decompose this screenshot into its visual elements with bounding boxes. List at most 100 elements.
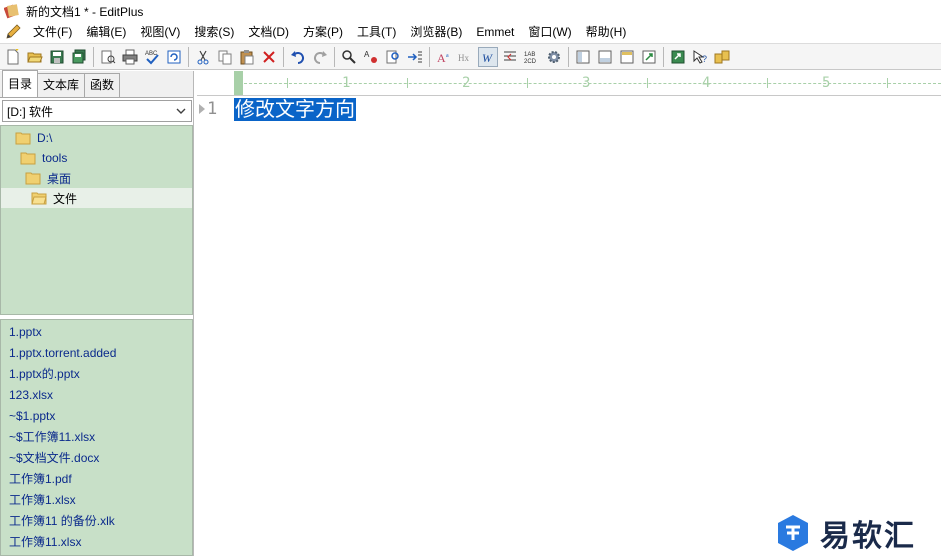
menu-search[interactable]: 搜索(S) [187,22,241,42]
file-item[interactable]: ~$1.pptx [1,406,192,427]
ruler-number: 1 [342,75,351,91]
tree-item-drive[interactable]: D:\ [15,128,52,148]
ruler-tick [287,78,288,88]
run-icon[interactable] [668,47,688,67]
delete-icon[interactable] [259,47,279,67]
line-number: 1 [207,99,218,119]
folder-icon [25,171,41,185]
svg-text:Hx: Hx [458,53,469,63]
toolbar-separator [283,46,284,67]
ruler-tick [527,78,528,88]
menu-emmet[interactable]: Emmet [469,22,521,42]
sidebar-icon[interactable] [573,47,593,67]
svg-text:2CD: 2CD [524,59,537,65]
ruler-tick [767,78,768,88]
file-item[interactable]: ~$工作簿11.xlsx [1,427,192,448]
menu-document[interactable]: 文档(D) [241,22,296,42]
chevron-down-icon[interactable] [175,105,187,117]
tab-cliptext[interactable]: 文本库 [37,73,86,97]
file-item[interactable]: 工作簿11.xlsx [1,532,192,553]
window-title: 新的文档1 * - EditPlus [26,4,144,19]
editor-area[interactable]: 1 2 3 4 5 1 修改文字方向 [197,71,941,556]
menu-browser[interactable]: 浏览器(B) [403,22,469,42]
tree-item-tools[interactable]: tools [20,148,67,168]
left-panel: 目录 文本库 函数 [D:] 软件 D:\ tools 桌面 文件 1.pptx… [0,70,194,556]
menu-tools[interactable]: 工具(T) [350,22,403,42]
file-item[interactable]: 123.xlsx [1,385,192,406]
open-folder-icon[interactable] [25,47,45,67]
ruler-tick [407,78,408,88]
tree-item-files[interactable]: 文件 [1,188,192,208]
ruler-number: 3 [582,75,591,91]
output-icon[interactable] [595,47,615,67]
cut-icon[interactable] [193,47,213,67]
ruler-tick [647,78,648,88]
settings-icon[interactable] [544,47,564,67]
cliptext-icon[interactable] [617,47,637,67]
file-item[interactable]: 1.pptx.torrent.added [1,343,192,364]
svg-text:1AB: 1AB [524,52,535,58]
menu-view[interactable]: 视图(V) [133,22,187,42]
tree-item-label: 桌面 [47,171,72,186]
file-list: 1.pptx 1.pptx.torrent.added 1.pptx的.pptx… [0,319,193,556]
save-all-icon[interactable] [69,47,89,67]
svg-text:?: ? [702,54,707,64]
print-preview-icon[interactable] [98,47,118,67]
find-icon[interactable] [339,47,359,67]
menu-window[interactable]: 窗口(W) [521,22,578,42]
file-item[interactable]: 1.pptx的.pptx [1,364,192,385]
refresh-icon[interactable] [164,47,184,67]
tree-item-label: tools [42,151,68,165]
pencil-icon [4,24,22,40]
undo-icon[interactable] [288,47,308,67]
editplus-app-icon[interactable] [3,3,20,19]
paste-icon[interactable] [237,47,257,67]
print-icon[interactable] [120,47,140,67]
svg-text:A: A [364,50,370,59]
toolbar-separator [568,46,569,67]
watermark-text: 易软汇 [820,519,916,554]
swap-icon[interactable] [712,47,732,67]
file-item[interactable]: 1.pptx [1,322,192,343]
copy-icon[interactable] [215,47,235,67]
word-wrap-icon[interactable]: W [478,46,498,67]
menu-file[interactable]: 文件(F) [26,22,79,42]
ruler-icon[interactable]: 1AB 2CD [522,47,542,67]
menu-edit[interactable]: 编辑(E) [79,22,133,42]
svg-text:W: W [482,51,493,65]
toolbar: ABC A Aa Hx W 1AB 2CD ? [0,43,941,70]
hex-icon[interactable]: Hx [456,47,476,67]
ruler-tick [887,78,888,88]
menu-help[interactable]: 帮助(H) [579,22,634,42]
redo-icon[interactable] [310,47,330,67]
ruler-number: 2 [462,75,471,91]
file-item[interactable]: 工作簿1.xlsx [1,490,192,511]
tree-item-desktop[interactable]: 桌面 [25,168,71,188]
tab-functions[interactable]: 函数 [84,73,121,97]
file-item[interactable]: ~$文档文件.docx [1,448,192,469]
open-folder-icon [31,191,47,205]
drive-selector[interactable]: [D:] 软件 [2,100,192,122]
line-number-icon[interactable] [500,47,520,67]
save-icon[interactable] [47,47,67,67]
font-icon[interactable]: Aa [434,47,454,67]
title-bar: 新的文档1 * - EditPlus [0,0,941,22]
menu-project[interactable]: 方案(P) [296,22,350,42]
file-item[interactable]: 工作簿11 的备份.xlk [1,511,192,532]
find-in-files-icon[interactable] [383,47,403,67]
goto-line-icon[interactable] [405,47,425,67]
selected-text[interactable]: 修改文字方向 [234,98,356,121]
file-item[interactable]: 工作簿1.pdf [1,469,192,490]
browser-icon[interactable] [639,47,659,67]
tab-directory[interactable]: 目录 [2,70,39,97]
new-file-icon[interactable] [3,47,23,67]
menu-bar: 文件(F) 编辑(E) 视图(V) 搜索(S) 文档(D) 方案(P) 工具(T… [0,22,941,42]
svg-text:a: a [446,53,449,59]
current-line-marker-icon [199,103,205,114]
folder-icon [15,131,31,145]
spell-check-icon[interactable]: ABC [142,47,162,67]
watermark-icon [776,514,810,552]
replace-icon[interactable]: A [361,47,381,67]
help-icon[interactable]: ? [690,47,710,67]
tree-item-label: 文件 [53,191,78,206]
